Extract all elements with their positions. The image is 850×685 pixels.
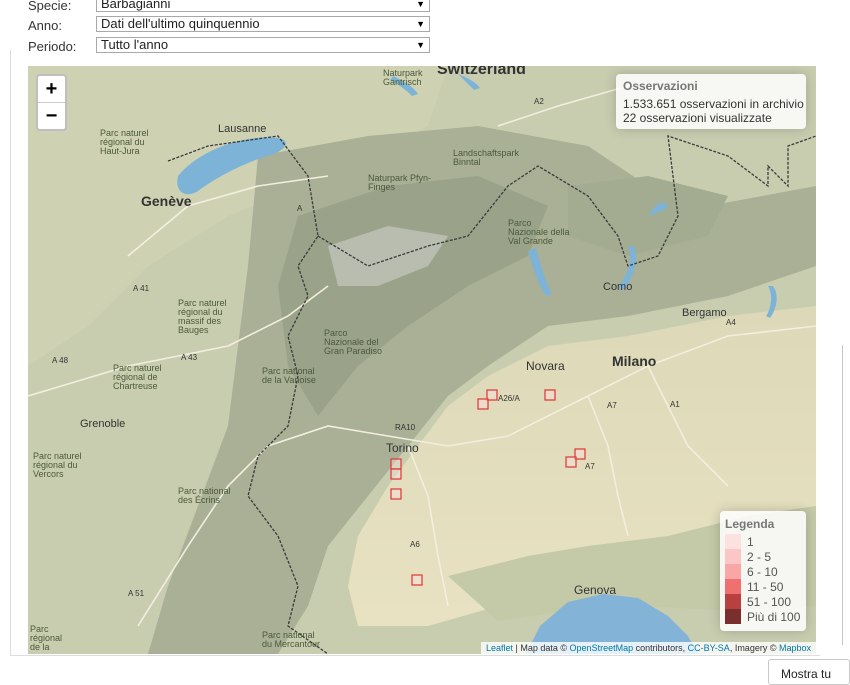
- legend-swatch: [725, 564, 741, 579]
- city-label-grenoble: Grenoble: [80, 418, 125, 430]
- anno-label: Anno:: [28, 17, 62, 33]
- mostra-button[interactable]: Mostra tu: [768, 659, 850, 685]
- road-label: A1: [670, 400, 680, 409]
- dropdown-arrow-icon: ▼: [416, 40, 425, 50]
- map-tiles[interactable]: Lausanne Genève Switzerland Como Bergamo…: [28, 66, 816, 654]
- periodo-row: Periodo:: [28, 37, 94, 55]
- legend-item: 1: [725, 534, 806, 549]
- park-label-vanoise: Parc national de la Vanoise: [262, 366, 316, 385]
- legend-box: Legenda 12 - 56 - 10 11 - 50 51 - 100 Più d…: [720, 511, 806, 631]
- scrollbar-track[interactable]: [842, 345, 843, 645]
- anno-row: Anno:: [28, 16, 94, 34]
- city-label-milano: Milano: [612, 353, 656, 369]
- panel-border-bottom: [10, 655, 820, 656]
- observations-map[interactable]: Lausanne Genève Switzerland Como Bergamo…: [28, 66, 816, 654]
- city-label-novara: Novara: [526, 359, 565, 373]
- road-label: RA10: [395, 423, 416, 432]
- park-label-mercantour: Parc national du Mercantour: [262, 630, 320, 649]
- legend-item: 51 - 100: [725, 594, 806, 609]
- legend-swatch: [725, 609, 741, 624]
- road-label: A4: [726, 318, 736, 327]
- legend-item: 2 - 5: [725, 549, 806, 564]
- legend-label: 1: [747, 534, 754, 549]
- legend-label: 51 - 100: [747, 594, 792, 609]
- road-label: A7: [585, 462, 595, 471]
- legend-items: 12 - 56 - 10 11 - 50 51 - 100 Più di 100: [725, 534, 806, 624]
- map-attribution: Leaflet | Map data © OpenStreetMap contr…: [481, 642, 816, 654]
- legend-swatch: [725, 534, 741, 549]
- specie-select[interactable]: Barbagianni ▼: [96, 0, 430, 12]
- dropdown-arrow-icon: ▼: [416, 0, 425, 9]
- legend-label: Più di 100: [747, 609, 801, 624]
- legend-swatch: [725, 549, 741, 564]
- attribution-text: contributors,: [633, 643, 688, 653]
- legend-label: 2 - 5: [747, 549, 772, 564]
- road-label: A 51: [128, 589, 145, 598]
- legend-item: 6 - 10: [725, 564, 806, 579]
- anno-select[interactable]: Dati dell'ultimo quinquennio ▼: [96, 16, 430, 32]
- legend-item: 11 - 50: [725, 579, 806, 594]
- road-label: A: [297, 204, 303, 213]
- attribution-text: , Imagery ©: [729, 643, 779, 653]
- zoom-control: + −: [36, 74, 67, 131]
- periodo-value: Tutto l'anno: [101, 37, 169, 52]
- park-label-gantrisch: Naturpark Gantrisch: [383, 68, 423, 87]
- info-visible-count: 22 osservazioni visualizzate: [623, 111, 772, 125]
- country-label-switzerland: Switzerland: [437, 66, 526, 78]
- periodo-select[interactable]: Tutto l'anno ▼: [96, 37, 430, 53]
- park-label-chartreuse: Parc naturel régional de Chartreuse: [113, 363, 162, 391]
- road-label: A 41: [133, 284, 150, 293]
- road-label: A26/A: [498, 394, 520, 403]
- road-label: A7: [607, 401, 617, 410]
- attribution-text: | Map data ©: [513, 643, 570, 653]
- road-label: A 43: [181, 353, 198, 362]
- osm-link[interactable]: OpenStreetMap: [570, 643, 634, 653]
- legend-label: 11 - 50: [747, 579, 784, 594]
- legend-title: Legenda: [725, 517, 775, 531]
- zoom-out-button[interactable]: −: [38, 102, 65, 129]
- dropdown-arrow-icon: ▼: [416, 19, 425, 29]
- mapbox-link[interactable]: Mapbox: [779, 643, 811, 653]
- city-label-geneve: Genève: [141, 193, 192, 209]
- city-label-como: Como: [603, 281, 632, 293]
- city-label-lausanne: Lausanne: [218, 123, 266, 135]
- city-label-bergamo: Bergamo: [682, 307, 727, 319]
- legend-swatch: [725, 594, 741, 609]
- city-label-genova: Genova: [574, 583, 616, 597]
- legend-swatch: [725, 579, 741, 594]
- road-label: A 48: [52, 356, 69, 365]
- road-label: A2: [534, 97, 544, 106]
- info-title: Osservazioni: [623, 79, 698, 93]
- legend-item: Più di 100: [725, 609, 806, 624]
- panel-border-left: [10, 50, 11, 656]
- city-label-torino: Torino: [386, 441, 419, 455]
- anno-value: Dati dell'ultimo quinquennio: [101, 16, 260, 31]
- specie-label: Specie:: [28, 0, 72, 13]
- legend-label: 6 - 10: [747, 564, 778, 579]
- zoom-in-button[interactable]: +: [38, 76, 65, 102]
- periodo-label: Periodo:: [28, 38, 77, 54]
- license-link[interactable]: CC-BY-SA: [688, 643, 730, 653]
- specie-value: Barbagianni: [101, 0, 171, 11]
- road-label: A6: [410, 540, 420, 549]
- leaflet-link[interactable]: Leaflet: [486, 643, 513, 653]
- observations-info-box: Osservazioni 1.533.651 osservazioni in a…: [616, 74, 806, 129]
- info-archive-count: 1.533.651 osservazioni in archivio: [623, 97, 804, 111]
- specie-row: Specie:: [28, 0, 94, 14]
